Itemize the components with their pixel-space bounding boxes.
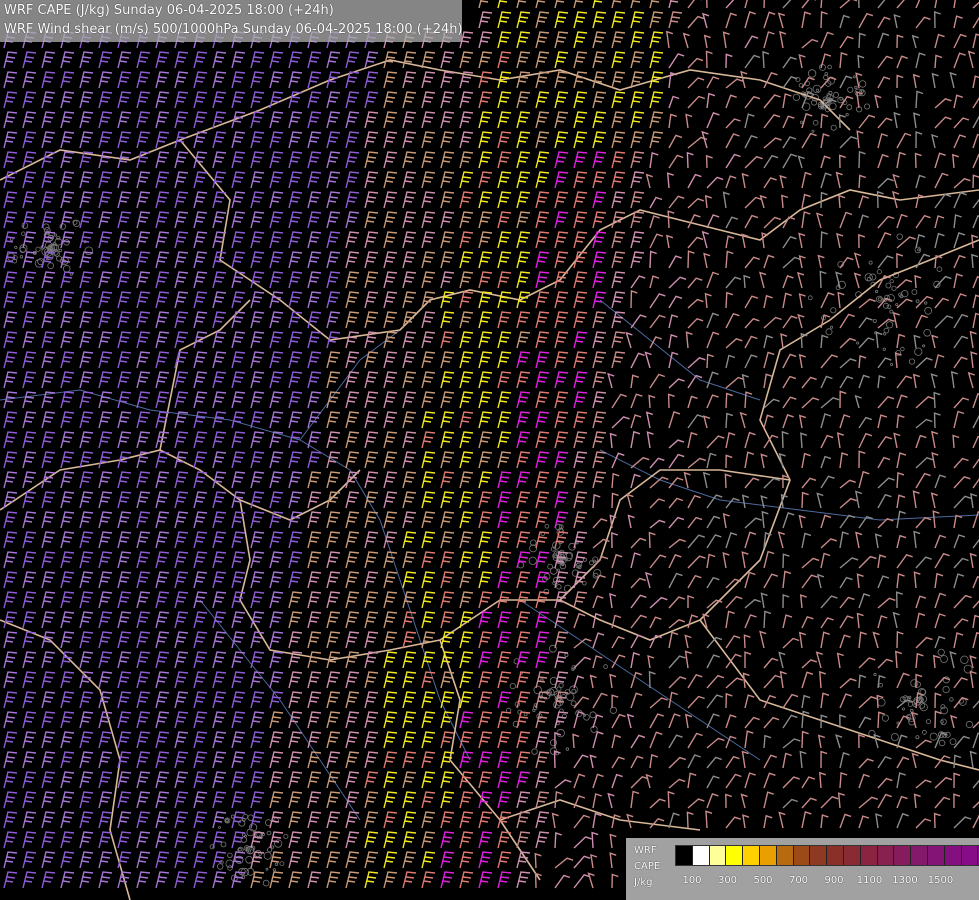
legend-variable-label: CAPE — [634, 861, 661, 872]
legend-color-scale — [675, 845, 979, 866]
legend-ticks: 100 300 500 700 900 1100 1300 1500 — [626, 875, 979, 889]
cape-legend: WRF CAPE J/kg 100 300 500 700 900 1100 1300 150… — [626, 838, 979, 900]
wind-shear-title: WRF Wind shear (m/s) 500/1000hPa Sunday … — [4, 22, 463, 37]
legend-tick-label: 1300 — [892, 875, 918, 886]
weather-map — [0, 0, 979, 900]
legend-swatch — [810, 846, 828, 865]
legend-tick-label: 1100 — [856, 875, 883, 886]
legend-swatch — [726, 846, 744, 865]
legend-tick-label: 900 — [824, 875, 844, 886]
legend-tick-label: 500 — [753, 875, 773, 886]
legend-swatch — [743, 846, 760, 865]
legend-swatch — [911, 846, 928, 865]
legend-tick-label: 700 — [788, 875, 809, 886]
map-title-box: WRF CAPE (J/kg) Sunday 06-04-2025 18:00 … — [0, 0, 463, 42]
legend-swatch — [944, 846, 962, 865]
legend-swatch — [894, 846, 912, 865]
legend-swatch — [759, 846, 777, 865]
map-stage: WRF CAPE (J/kg) Sunday 06-04-2025 18:00 … — [0, 0, 979, 900]
legend-swatch — [793, 846, 811, 865]
legend-swatch — [860, 846, 878, 865]
legend-tick-label: 1500 — [927, 875, 954, 886]
legend-swatch — [776, 846, 794, 865]
cape-title: WRF CAPE (J/kg) Sunday 06-04-2025 18:00 … — [4, 3, 334, 18]
legend-tick-label: 100 — [682, 875, 702, 886]
legend-swatch — [843, 846, 861, 865]
legend-swatch — [709, 846, 727, 865]
legend-swatch — [961, 846, 979, 865]
legend-swatch — [676, 846, 693, 865]
legend-swatch — [877, 846, 895, 865]
legend-swatch — [692, 846, 710, 865]
legend-swatch — [827, 846, 844, 865]
legend-swatch — [927, 846, 945, 865]
legend-tick-label: 300 — [717, 875, 738, 886]
legend-model-label: WRF — [634, 845, 657, 856]
